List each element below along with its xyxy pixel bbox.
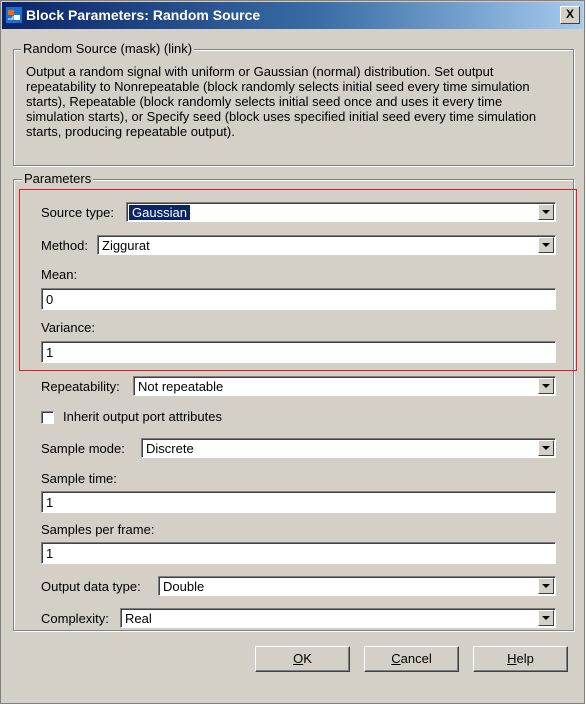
- samples-per-frame-value: 1: [46, 546, 54, 561]
- chevron-down-icon[interactable]: [538, 610, 554, 626]
- cancel-label: ancel: [400, 651, 432, 666]
- window-title: Block Parameters: Random Source: [26, 7, 261, 23]
- repeatability-value: Not repeatable: [138, 379, 224, 394]
- output-data-type-label: Output data type:: [41, 579, 141, 594]
- complexity-value: Real: [125, 611, 152, 626]
- sample-time-field[interactable]: 1: [41, 491, 556, 513]
- sample-mode-value: Discrete: [146, 441, 194, 456]
- repeatability-label: Repeatability:: [41, 379, 120, 394]
- ok-button[interactable]: OK: [255, 646, 350, 672]
- sample-time-label: Sample time:: [41, 471, 117, 486]
- ok-mnemonic: O: [293, 651, 304, 666]
- mask-description: Output a random signal with uniform or G…: [26, 64, 537, 139]
- samples-per-frame-label: Samples per frame:: [41, 522, 155, 537]
- sample-mode-label: Sample mode:: [41, 441, 125, 456]
- chevron-down-icon[interactable]: [538, 578, 554, 594]
- simulink-block-icon: [6, 7, 22, 23]
- chevron-down-icon[interactable]: [538, 440, 554, 456]
- dialog-window: Block Parameters: Random Source X Random…: [0, 0, 585, 704]
- help-button[interactable]: Help: [473, 646, 568, 672]
- chevron-down-icon[interactable]: [538, 378, 554, 394]
- cancel-mnemonic: C: [391, 651, 401, 666]
- mask-description-group: Random Source (mask) (link) Output a ran…: [13, 41, 574, 166]
- close-button[interactable]: X: [560, 6, 580, 24]
- parameters-legend: Parameters: [22, 171, 94, 186]
- complexity-label: Complexity:: [41, 611, 109, 626]
- title-bar[interactable]: Block Parameters: Random Source X: [2, 2, 583, 29]
- highlight-box: [19, 189, 577, 371]
- cancel-button[interactable]: Cancel: [364, 646, 459, 672]
- sample-time-value: 1: [46, 495, 54, 510]
- repeatability-dropdown[interactable]: Not repeatable: [133, 376, 556, 396]
- sample-mode-dropdown[interactable]: Discrete: [141, 438, 556, 458]
- output-data-type-value: Double: [163, 579, 205, 594]
- help-mnemonic: H: [507, 651, 517, 666]
- inherit-attributes-checkbox[interactable]: [41, 411, 54, 424]
- help-label: elp: [516, 651, 534, 666]
- output-data-type-dropdown[interactable]: Double: [158, 576, 556, 596]
- samples-per-frame-field[interactable]: 1: [41, 542, 556, 564]
- inherit-attributes-label[interactable]: Inherit output port attributes: [63, 409, 222, 424]
- ok-label: K: [303, 651, 312, 666]
- complexity-dropdown[interactable]: Real: [120, 608, 556, 628]
- mask-group-legend: Random Source (mask) (link): [21, 41, 195, 56]
